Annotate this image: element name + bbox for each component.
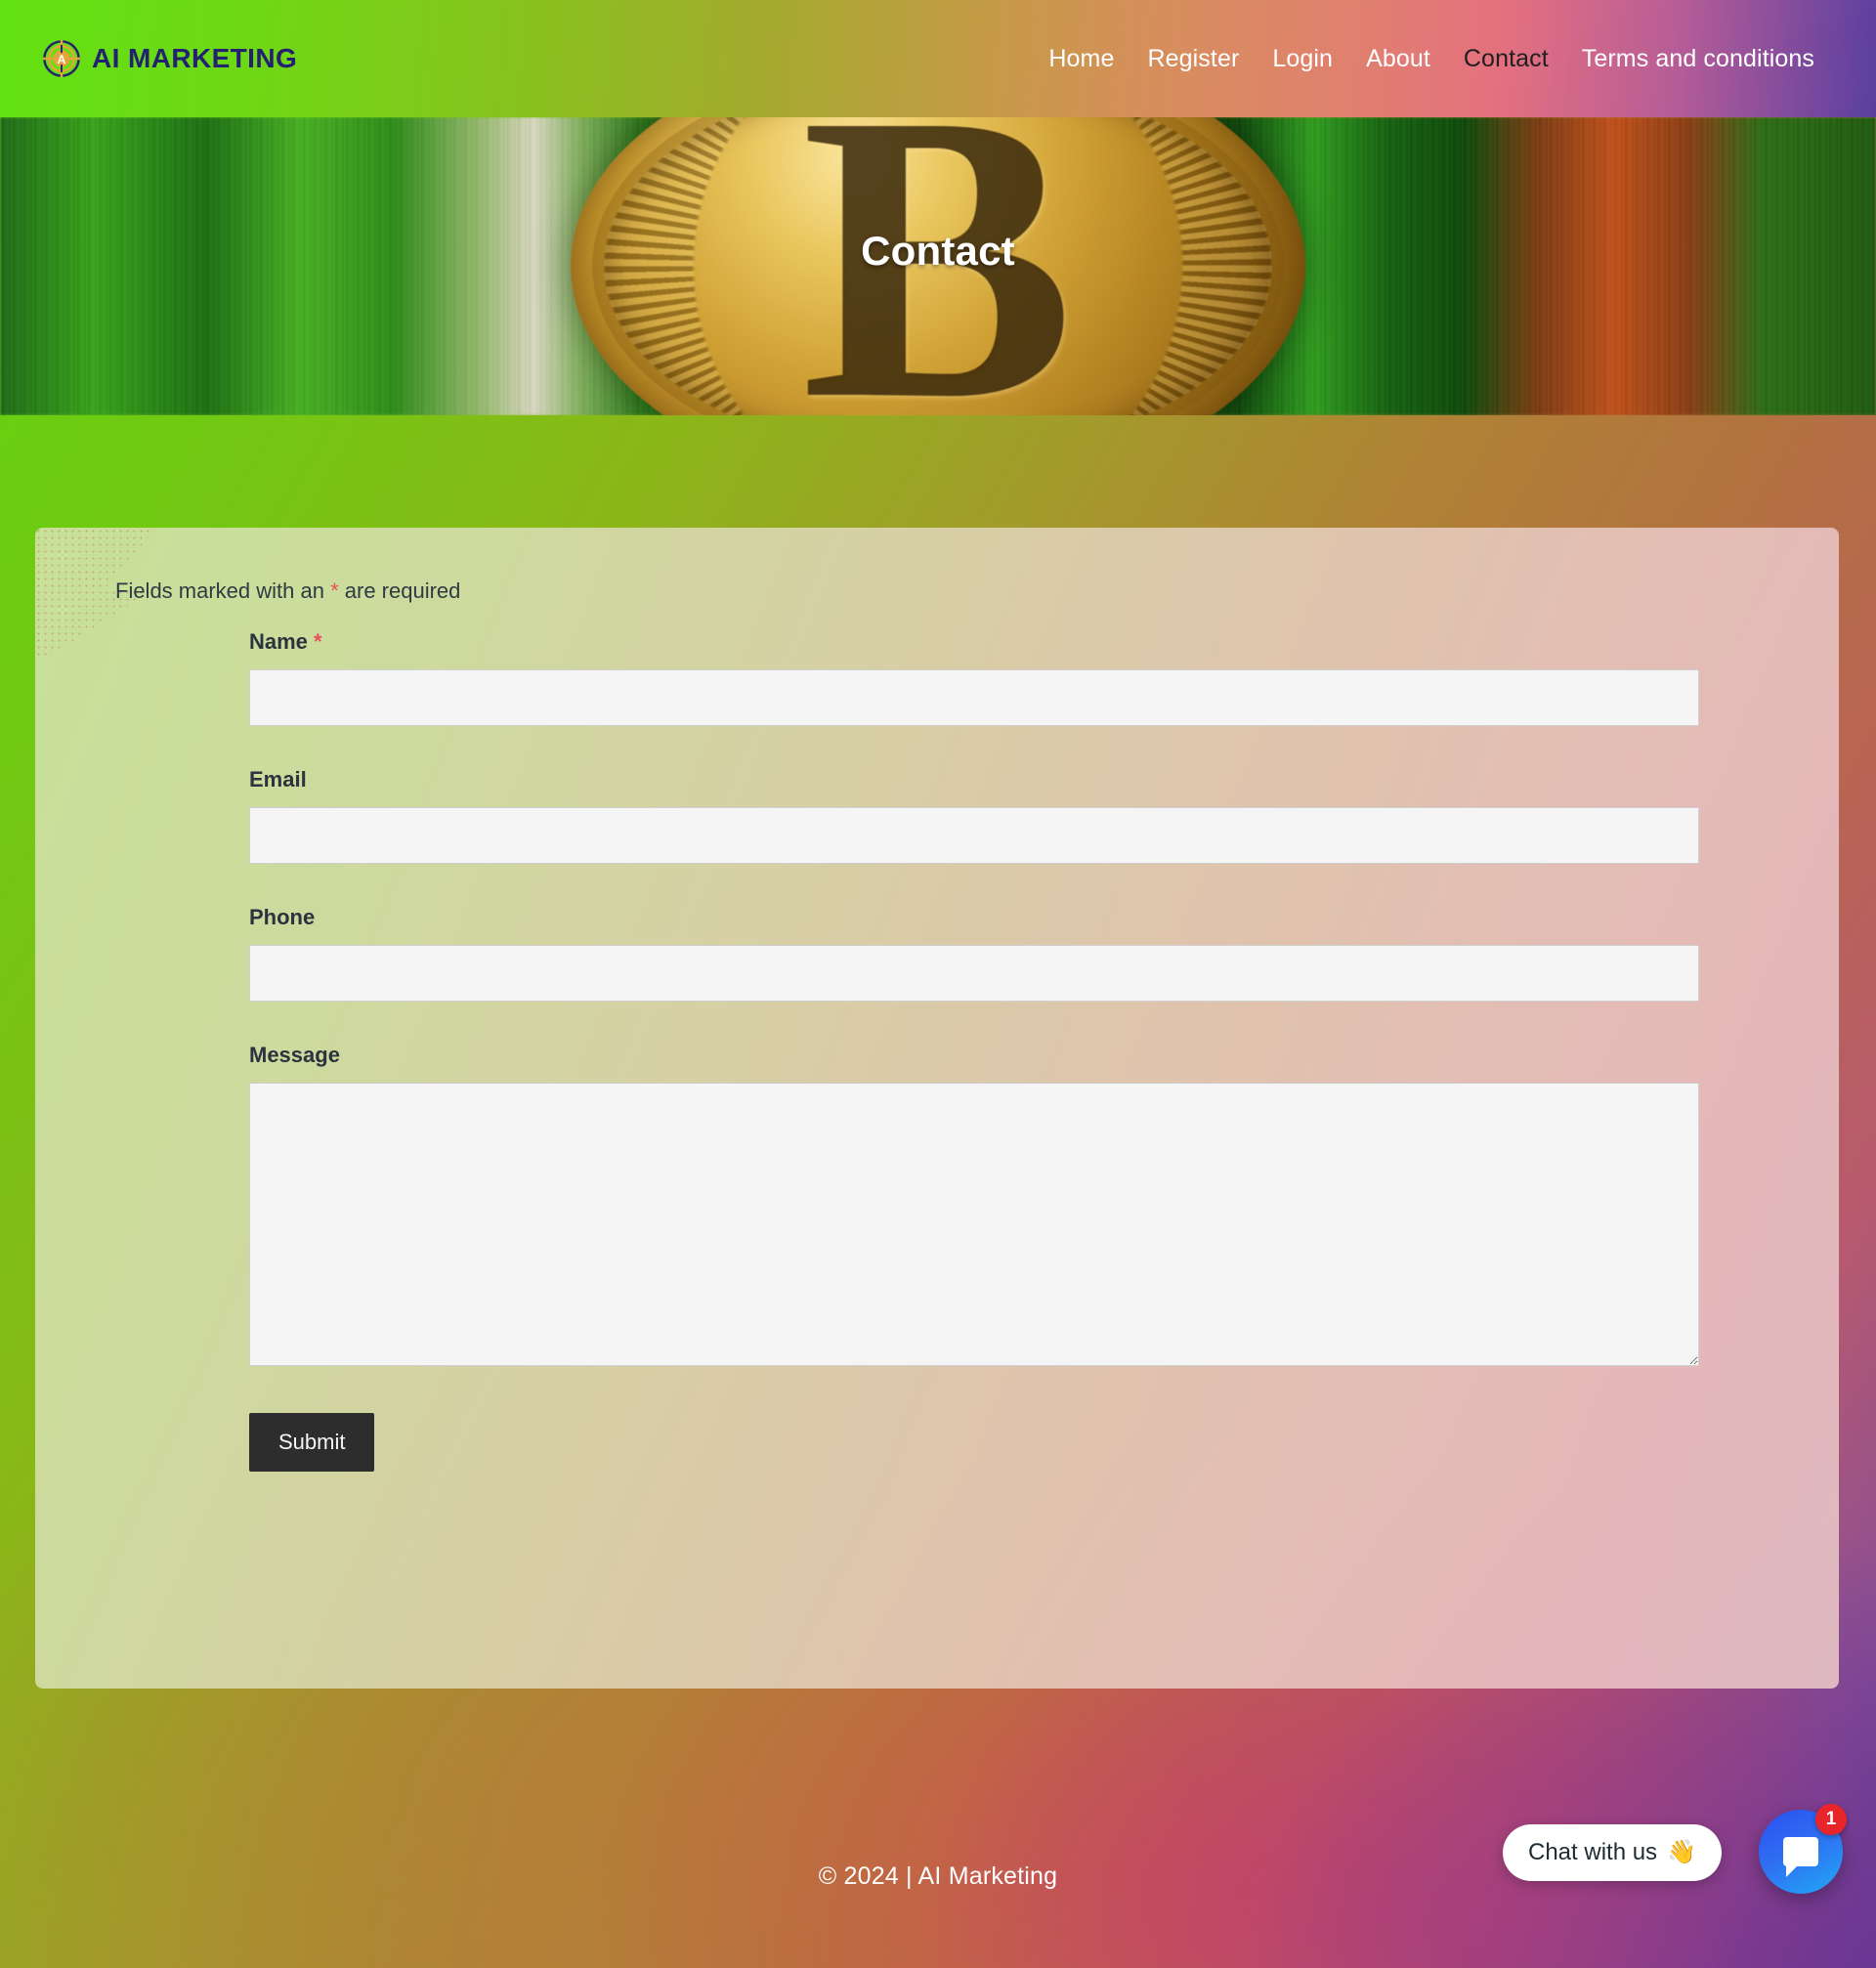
top-navbar: A AI MARKETING Home Register Login About… [0,0,1876,117]
label-email: Email [249,767,1798,792]
submit-button[interactable]: Submit [249,1413,375,1472]
contact-form-card: Fields marked with an * are required Nam… [35,528,1839,1689]
page-root: A AI MARKETING Home Register Login About… [0,0,1876,1968]
nav-links: Home Register Login About Contact Terms … [1032,39,1831,79]
field-email: Email [249,767,1798,864]
chat-with-us-pill[interactable]: Chat with us 👋 [1503,1824,1722,1881]
label-message: Message [249,1043,1798,1068]
label-name: Name * [249,629,1798,655]
nav-link-contact[interactable]: Contact [1447,39,1565,79]
label-email-text: Email [249,767,307,791]
nav-link-terms[interactable]: Terms and conditions [1565,39,1831,79]
name-input[interactable] [249,669,1699,726]
field-phone: Phone [249,905,1798,1002]
phone-input[interactable] [249,945,1699,1002]
nav-link-login[interactable]: Login [1256,39,1349,79]
nav-link-about[interactable]: About [1349,39,1447,79]
target-crosshair-logo-icon: A [43,40,80,77]
field-message: Message [249,1043,1798,1366]
nav-link-home[interactable]: Home [1032,39,1130,79]
required-asterisk: * [330,578,339,603]
brand-logo[interactable]: A AI MARKETING [43,40,297,77]
nav-link-register[interactable]: Register [1130,39,1256,79]
required-fields-note: Fields marked with an * are required [115,578,1798,604]
hero-banner: B Contact [0,117,1876,415]
label-phone: Phone [249,905,1798,930]
label-message-text: Message [249,1043,340,1067]
field-name: Name * [249,629,1798,726]
message-textarea[interactable] [249,1083,1699,1366]
email-input[interactable] [249,807,1699,864]
label-name-text: Name [249,629,308,654]
chat-bubble-icon [1783,1837,1818,1877]
label-name-asterisk: * [314,629,322,654]
required-note-suffix: are required [338,578,461,603]
brand-title: AI MARKETING [92,43,298,73]
footer-copyright: © 2024 | AI Marketing [818,1862,1058,1890]
submit-row: Submit [249,1413,1798,1472]
chat-unread-badge: 1 [1815,1804,1847,1835]
waving-hand-icon: 👋 [1667,1839,1696,1865]
required-note-prefix: Fields marked with an [115,578,331,603]
contact-form: Fields marked with an * are required Nam… [78,528,1798,1472]
label-phone-text: Phone [249,905,316,929]
page-title: Contact [861,228,1015,274]
chat-launcher-button[interactable]: 1 [1759,1804,1847,1894]
svg-text:A: A [58,53,66,66]
chat-pill-label: Chat with us [1528,1839,1658,1865]
